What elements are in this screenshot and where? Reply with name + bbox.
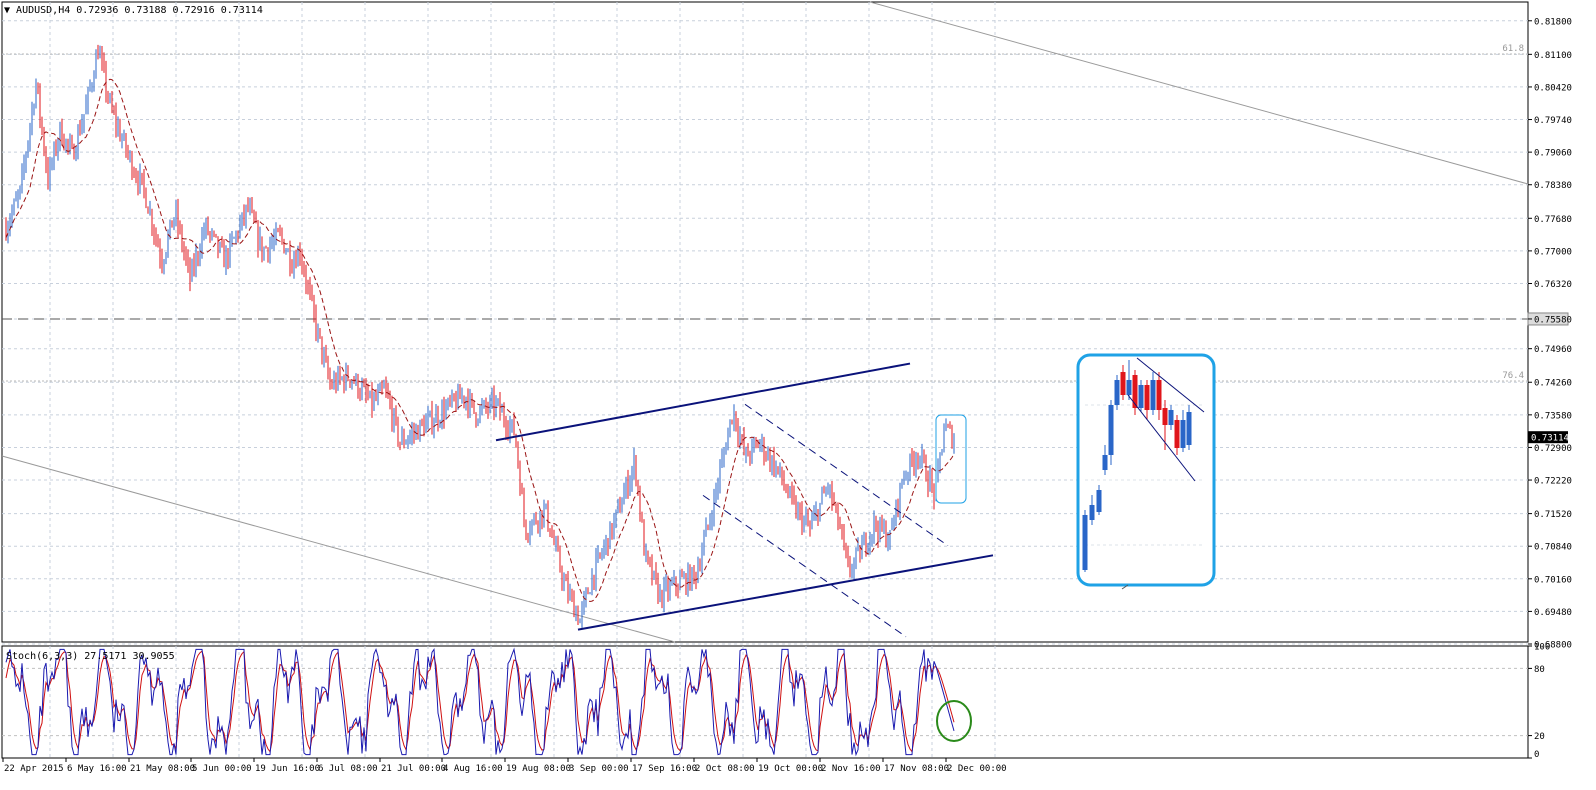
- time-label: 5 Jun 00:00: [192, 764, 252, 774]
- stoch-main-value: 27.5171: [84, 651, 127, 662]
- inset-candle: [1180, 420, 1186, 448]
- inset-candle: [1114, 380, 1120, 405]
- fib-label: 76.4: [1502, 371, 1524, 381]
- price-label: 0.71520: [1534, 510, 1572, 520]
- zoom-inset: [1076, 353, 1216, 590]
- time-label: 6 Jul 08:00: [318, 764, 378, 774]
- open-value: 0.72936: [76, 5, 119, 16]
- price-label: 0.79060: [1534, 149, 1572, 159]
- price-chart[interactable]: 61.8 76.4 0.81800 0.81100 0.80420 0.79740 0.7…: [0, 0, 1596, 790]
- time-label: 19 Oct 00:00: [758, 764, 823, 774]
- time-label: 6 May 16:00: [67, 764, 127, 774]
- inset-candle: [1120, 372, 1126, 395]
- close-value: 0.73114: [220, 5, 263, 16]
- time-axis: 22 Apr 2015 6 May 16:00 21 May 08:005 Jun …: [2, 758, 1007, 774]
- price-label: 0.80420: [1534, 83, 1572, 93]
- inset-candle: [1150, 380, 1156, 410]
- stoch-label: Stoch(6,3,3): [6, 651, 79, 662]
- time-label: 3 Sep 00:00: [569, 764, 629, 774]
- time-label: 21 May 08:00: [130, 764, 195, 774]
- inset-candle: [1186, 412, 1192, 445]
- price-label: 0.76320: [1534, 280, 1572, 290]
- price-label: 0.70840: [1534, 543, 1572, 553]
- inset-candle: [1108, 405, 1114, 455]
- low-value: 0.72916: [172, 5, 215, 16]
- inset-candle: [1096, 490, 1102, 512]
- price-label: 0.69480: [1534, 608, 1572, 618]
- inset-candle: [1168, 410, 1174, 425]
- stoch-scale-label: 100: [1534, 643, 1550, 653]
- inset-candle: [1126, 380, 1132, 395]
- price-label: 0.73580: [1534, 411, 1572, 421]
- price-label: 0.74260: [1534, 379, 1572, 389]
- time-label: 2 Dec 00:00: [947, 764, 1007, 774]
- time-label: 2 Nov 16:00: [821, 764, 881, 774]
- price-label: 0.78380: [1534, 181, 1572, 191]
- fib-label: 61.8: [1502, 44, 1524, 54]
- inset-candle: [1089, 505, 1095, 520]
- inset-candle: [1162, 408, 1168, 425]
- price-label: 0.77680: [1534, 215, 1572, 225]
- inset-candle: [1082, 515, 1088, 570]
- ohlc-readout: ▼ AUDUSD,H4 0.72936 0.73188 0.72916 0.73114: [4, 5, 263, 16]
- stoch-scale-label: 0: [1534, 750, 1539, 760]
- stoch-signal-value: 30.9055: [132, 651, 175, 662]
- inset-candle: [1138, 385, 1144, 408]
- price-label: 0.75580: [1534, 315, 1572, 325]
- time-label: 2 Oct 08:00: [695, 764, 755, 774]
- price-label: 0.77000: [1534, 247, 1572, 257]
- time-label: 21 Jul 00:00: [381, 764, 446, 774]
- time-label: 4 Aug 16:00: [443, 764, 503, 774]
- price-label: 0.70160: [1534, 575, 1572, 585]
- price-label: 0.81100: [1534, 51, 1572, 61]
- stoch-scale-label: 20: [1534, 732, 1545, 742]
- inset-candle: [1174, 420, 1180, 448]
- time-label: 17 Nov 08:00: [884, 764, 949, 774]
- inset-candle: [1144, 385, 1150, 410]
- time-label: 19 Jun 16:00: [255, 764, 320, 774]
- price-label: 0.74960: [1534, 345, 1572, 355]
- inset-candle: [1132, 375, 1138, 408]
- price-label: 0.72220: [1534, 477, 1572, 487]
- time-label: 17 Sep 16:00: [632, 764, 697, 774]
- stoch-scale-label: 80: [1534, 665, 1545, 675]
- time-label: 19 Aug 08:00: [506, 764, 571, 774]
- stoch-readout: Stoch(6,3,3) 27.5171 30.9055: [6, 651, 175, 662]
- price-label: 0.72900: [1534, 444, 1572, 454]
- time-label: 22 Apr 2015: [4, 764, 64, 774]
- high-value: 0.73188: [124, 5, 167, 16]
- symbol-label: AUDUSD,H4: [16, 5, 71, 16]
- price-axis: 0.81800 0.81100 0.80420 0.79740 0.79060 0.783…: [1527, 17, 1572, 760]
- inset-candle: [1156, 380, 1162, 410]
- price-label: 0.79740: [1534, 116, 1572, 126]
- price-label: 0.81800: [1534, 17, 1572, 27]
- inset-candle: [1102, 455, 1108, 470]
- current-price-label: 0.73114: [1531, 434, 1569, 444]
